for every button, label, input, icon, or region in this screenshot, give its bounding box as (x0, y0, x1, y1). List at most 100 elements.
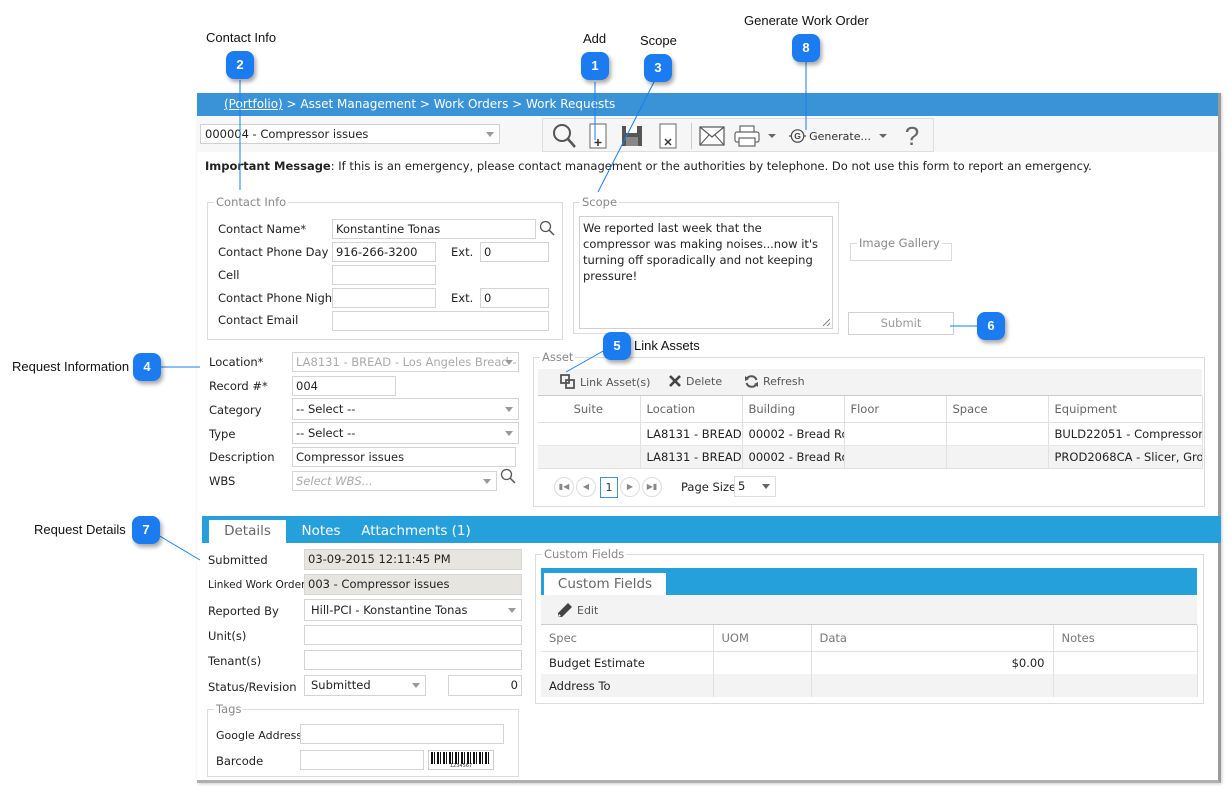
category-value: -- Select -- (296, 402, 356, 416)
delete-asset-label: Delete (686, 374, 723, 388)
cell-data: $0.00 (811, 651, 1054, 674)
submitted-field: 03-09-2015 12:11:45 PM (304, 549, 522, 570)
callout-badge-3: 3 (644, 54, 672, 82)
column-header-uom[interactable]: UOM (713, 625, 812, 652)
cell-floor (844, 422, 947, 446)
column-header-spec[interactable]: Spec (541, 625, 714, 652)
location-select[interactable]: LA8131 - BREAD - Los Angeles Bread - (292, 352, 519, 372)
column-header-location[interactable]: Location (640, 396, 743, 423)
asset-grid-toolbar: Link Asset(s) Delete Refresh (538, 369, 1202, 396)
delete-button[interactable] (655, 122, 681, 150)
print-button[interactable] (733, 122, 777, 150)
column-header-equipment[interactable]: Equipment (1048, 396, 1203, 423)
help-button[interactable]: ? (899, 121, 925, 151)
type-select[interactable]: -- Select -- (292, 422, 519, 444)
callout-label-add: Add (583, 31, 607, 46)
cell-equipment: BULD22051 - Compressor, I (1048, 422, 1203, 446)
first-page-icon[interactable]: ▮◀ (554, 477, 574, 497)
table-row[interactable]: LA8131 - BREAD - 00002 - Bread Roo BULD2… (538, 422, 1203, 446)
tab-custom-fields[interactable]: Custom Fields (544, 573, 666, 595)
delete-icon (659, 123, 677, 149)
toolbar-row: 000004 - Compressor issues G Generate...… (197, 116, 1218, 152)
cell-field[interactable] (332, 265, 436, 285)
column-header-data[interactable]: Data (811, 625, 1054, 652)
column-header-suite[interactable]: Suite (538, 396, 641, 423)
search-button[interactable] (549, 122, 579, 150)
reported-by-select[interactable]: Hill-PCI - Konstantine Tonas (304, 599, 522, 621)
current-page[interactable]: 1 (600, 477, 618, 498)
custom-fields-toolbar: Edit (541, 595, 1197, 625)
chevron-down-icon (483, 479, 491, 484)
wbs-search-icon[interactable] (500, 468, 516, 484)
callout-badge-8: 8 (792, 34, 820, 62)
link-assets-label: Link Asset(s) (580, 375, 651, 389)
contact-email-field[interactable] (332, 311, 549, 331)
tab-notes[interactable]: Notes (290, 520, 352, 543)
category-select[interactable]: -- Select -- (292, 398, 519, 420)
link-assets-button[interactable]: Link Asset(s) (560, 374, 650, 390)
chevron-down-icon (412, 683, 420, 688)
units-field[interactable] (304, 625, 522, 645)
cell-building: 00002 - Bread Roo (742, 445, 845, 469)
callout-label-scope: Scope (640, 33, 677, 48)
callout-label-request-details: Request Details (34, 522, 126, 537)
tab-attachments[interactable]: Attachments (1) (360, 520, 472, 543)
email-button[interactable] (697, 122, 727, 150)
record-selector[interactable]: 000004 - Compressor issues (200, 124, 500, 144)
callout-badge-7: 7 (132, 516, 160, 544)
generate-button[interactable]: G Generate... (789, 122, 887, 150)
table-row[interactable]: Address To (541, 674, 1198, 697)
tenants-label: Tenant(s) (208, 654, 262, 668)
reported-by-value: Hill-PCI - Konstantine Tonas (311, 603, 468, 617)
column-header-notes[interactable]: Notes (1053, 625, 1198, 652)
tenants-field[interactable] (304, 650, 522, 670)
previous-page-icon[interactable]: ◀ (576, 477, 596, 497)
contact-phone-day-field[interactable]: 916-266-3200 (332, 242, 436, 262)
submit-button[interactable]: Submit (848, 312, 954, 335)
edit-button[interactable]: Edit (557, 602, 598, 618)
table-row[interactable]: LA8131 - BREAD - 00002 - Bread Roo PROD2… (538, 445, 1203, 469)
tab-details[interactable]: Details (209, 520, 286, 543)
refresh-icon (745, 375, 758, 388)
phone-day-ext-field[interactable]: 0 (480, 242, 549, 262)
last-page-icon[interactable]: ▶▮ (642, 477, 662, 497)
scope-textarea[interactable]: We reported last week that the compresso… (579, 216, 833, 329)
generate-label: Generate... (809, 129, 871, 143)
generate-icon: G (789, 129, 807, 143)
table-row[interactable]: Budget Estimate $0.00 (541, 651, 1198, 674)
phone-day-ext-label: Ext. (451, 245, 474, 259)
cell-spec: Budget Estimate (541, 651, 714, 674)
revision-field[interactable]: 0 (448, 675, 522, 696)
contact-name-field[interactable]: Konstantine Tonas (332, 219, 536, 239)
tags-section: Tags Google Address Barcode 1234567 (207, 702, 519, 777)
wbs-select[interactable]: Select WBS... (292, 471, 497, 491)
custom-fields-legend: Custom Fields (542, 547, 627, 561)
linked-work-order-field[interactable]: 003 - Compressor issues (304, 574, 522, 595)
cell-equipment: PROD2068CA - Slicer, Grote (1048, 445, 1203, 469)
column-header-space[interactable]: Space (946, 396, 1049, 423)
column-header-floor[interactable]: Floor (844, 396, 947, 423)
description-field[interactable]: Compressor issues (292, 447, 516, 467)
barcode-field[interactable] (300, 750, 424, 770)
next-page-icon[interactable]: ▶ (620, 477, 640, 497)
save-button[interactable] (619, 122, 645, 150)
refresh-label: Refresh (763, 375, 805, 388)
record-number-label: Record #* (209, 379, 268, 393)
tags-legend: Tags (214, 702, 244, 716)
cell-space (946, 445, 1049, 469)
status-select[interactable]: Submitted (304, 675, 426, 696)
breadcrumb-portfolio-link[interactable]: (Portfolio) (224, 97, 283, 111)
contact-phone-night-field[interactable] (332, 288, 436, 308)
add-button[interactable] (585, 122, 611, 150)
google-address-field[interactable] (300, 724, 504, 744)
resize-grip-icon[interactable] (823, 319, 830, 326)
delete-asset-button[interactable]: Delete (668, 374, 722, 388)
page-size-label: Page Size (681, 480, 737, 494)
refresh-button[interactable]: Refresh (744, 374, 805, 389)
type-value: -- Select -- (296, 426, 356, 440)
contact-lookup-search-icon[interactable] (539, 220, 555, 236)
phone-night-ext-field[interactable]: 0 (480, 288, 549, 308)
page-size-select[interactable]: 5 (734, 476, 776, 497)
record-number-field[interactable]: 004 (292, 376, 396, 396)
column-header-building[interactable]: Building (742, 396, 845, 423)
